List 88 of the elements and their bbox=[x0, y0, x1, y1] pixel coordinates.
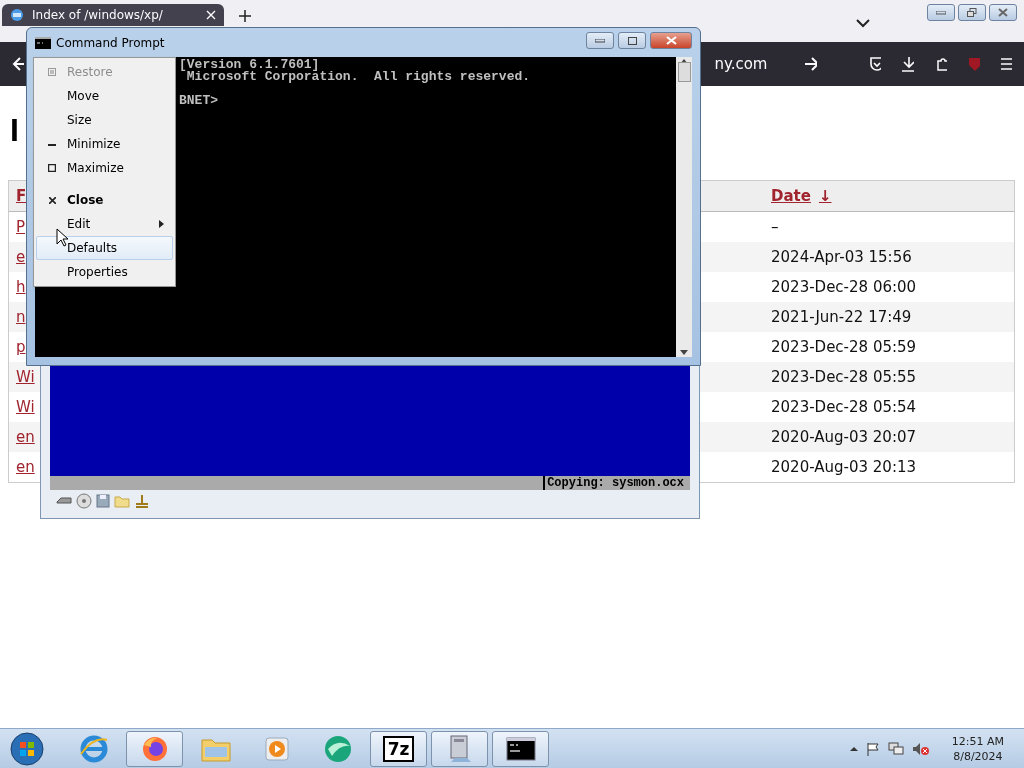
menu-item[interactable]: Minimize bbox=[36, 132, 173, 156]
flag-icon[interactable] bbox=[865, 741, 880, 756]
table-cell-text: 2023-Dec-28 05:54 bbox=[770, 398, 917, 416]
browser-tab[interactable]: Index of /windows/xp/ bbox=[2, 4, 224, 26]
table-cell-text: 2023-Dec-28 05:59 bbox=[770, 338, 917, 356]
file-link[interactable]: n bbox=[16, 308, 26, 326]
minimize-button[interactable] bbox=[927, 4, 955, 21]
clock[interactable]: 12:51 AM 8/8/2024 bbox=[951, 733, 1004, 764]
fox-globe-icon bbox=[140, 734, 169, 763]
menu-icon[interactable] bbox=[999, 57, 1012, 71]
menu-item[interactable]: Edit bbox=[36, 212, 173, 236]
menu-item[interactable]: Maximize bbox=[36, 156, 173, 180]
file-link[interactable]: en bbox=[16, 428, 35, 446]
table-cell-text: 2020-Aug-03 20:07 bbox=[770, 428, 917, 446]
muted-speaker-icon[interactable] bbox=[911, 741, 930, 756]
menu-item[interactable]: Size bbox=[36, 108, 173, 132]
chevron-down-icon[interactable] bbox=[856, 18, 870, 28]
tab-title: Index of /windows/xp/ bbox=[32, 8, 164, 22]
restore-icon bbox=[48, 68, 56, 76]
back-arrow-icon[interactable] bbox=[12, 56, 25, 72]
close-icon bbox=[665, 36, 677, 45]
table-cell-text: – bbox=[770, 218, 779, 236]
file-link[interactable]: P bbox=[16, 218, 26, 236]
menu-item[interactable]: Defaults bbox=[36, 236, 173, 260]
close-icon[interactable] bbox=[206, 10, 216, 20]
maximize-button[interactable] bbox=[618, 32, 646, 49]
puzzle-icon[interactable] bbox=[934, 56, 948, 72]
console-line: [Version 6.1.7601] bbox=[179, 59, 320, 71]
pocket-icon[interactable] bbox=[868, 56, 882, 72]
file-link[interactable]: e bbox=[16, 248, 26, 266]
download-icon[interactable] bbox=[901, 56, 914, 72]
file-link[interactable]: p bbox=[16, 338, 26, 356]
table-cell-text: 2021-Jun-22 17:49 bbox=[770, 308, 912, 326]
table-cell-text: 2024-Apr-03 15:56 bbox=[770, 248, 912, 266]
restore-icon bbox=[967, 7, 977, 18]
clock-time: 12:51 AM bbox=[951, 733, 1004, 749]
minimize-icon bbox=[48, 142, 56, 146]
menu-item[interactable]: Move bbox=[36, 84, 173, 108]
minimize-icon bbox=[936, 10, 946, 15]
mouse-cursor-icon bbox=[56, 228, 68, 247]
disc-icon[interactable] bbox=[76, 493, 92, 509]
globe-e-icon bbox=[78, 733, 109, 764]
clock-date: 8/8/2024 bbox=[953, 748, 1003, 764]
page-globe-icon bbox=[10, 8, 24, 22]
address-field[interactable]: ny.com bbox=[714, 55, 768, 73]
restore-button[interactable] bbox=[958, 4, 986, 21]
scrollbar[interactable] bbox=[676, 57, 692, 357]
scroll-thumb[interactable] bbox=[677, 62, 691, 82]
maximize-icon bbox=[627, 36, 637, 45]
archive-logo: 7z bbox=[382, 735, 415, 762]
drive-icon[interactable] bbox=[56, 495, 72, 507]
network-icon[interactable] bbox=[134, 494, 150, 508]
start-orb-icon[interactable] bbox=[9, 730, 45, 767]
file-link[interactable]: Wi bbox=[16, 398, 35, 416]
floppy-icon[interactable] bbox=[96, 494, 110, 508]
console-icon bbox=[35, 36, 51, 49]
window-title: Command Prompt bbox=[56, 35, 165, 50]
column-header[interactable]: Date bbox=[771, 187, 811, 205]
close-button[interactable] bbox=[989, 4, 1017, 21]
close-icon bbox=[48, 196, 56, 204]
column-header[interactable]: F bbox=[16, 187, 27, 205]
file-link[interactable]: Wi bbox=[16, 368, 35, 386]
arrow-right-icon[interactable] bbox=[804, 56, 817, 72]
console-line: Microsoft Corporation. All rights reserved. bbox=[186, 71, 531, 83]
close-button[interactable] bbox=[650, 32, 692, 49]
plus-icon[interactable] bbox=[238, 9, 252, 23]
file-link[interactable]: en bbox=[16, 458, 35, 476]
taskbar-button[interactable]: 7z bbox=[370, 730, 427, 767]
network-icon[interactable] bbox=[887, 741, 904, 756]
sort-arrow[interactable]: ↓ bbox=[818, 187, 832, 205]
caret-up-icon[interactable] bbox=[849, 745, 858, 752]
table-cell-text: 2023-Dec-28 05:55 bbox=[770, 368, 917, 386]
minimize-icon bbox=[595, 38, 605, 43]
table-cell-text: 2020-Aug-03 20:13 bbox=[770, 458, 917, 476]
taskbar-button[interactable] bbox=[492, 730, 549, 767]
scroll-down-icon bbox=[680, 350, 688, 355]
menu-item[interactable]: Close bbox=[36, 188, 173, 212]
submenu-arrow-icon bbox=[159, 220, 164, 228]
status-text: Copying: sysmon.ocx bbox=[543, 476, 690, 490]
file-link[interactable]: h bbox=[16, 278, 26, 296]
table-cell-text: 2023-Dec-28 06:00 bbox=[770, 278, 917, 296]
console-icon bbox=[505, 736, 536, 761]
play-icon bbox=[263, 734, 290, 763]
maximize-icon bbox=[48, 164, 56, 172]
close-icon bbox=[998, 8, 1008, 17]
page-heading: I bbox=[10, 112, 19, 148]
console-prompt: BNET> bbox=[179, 95, 218, 107]
menu-item[interactable]: Properties bbox=[36, 260, 173, 284]
